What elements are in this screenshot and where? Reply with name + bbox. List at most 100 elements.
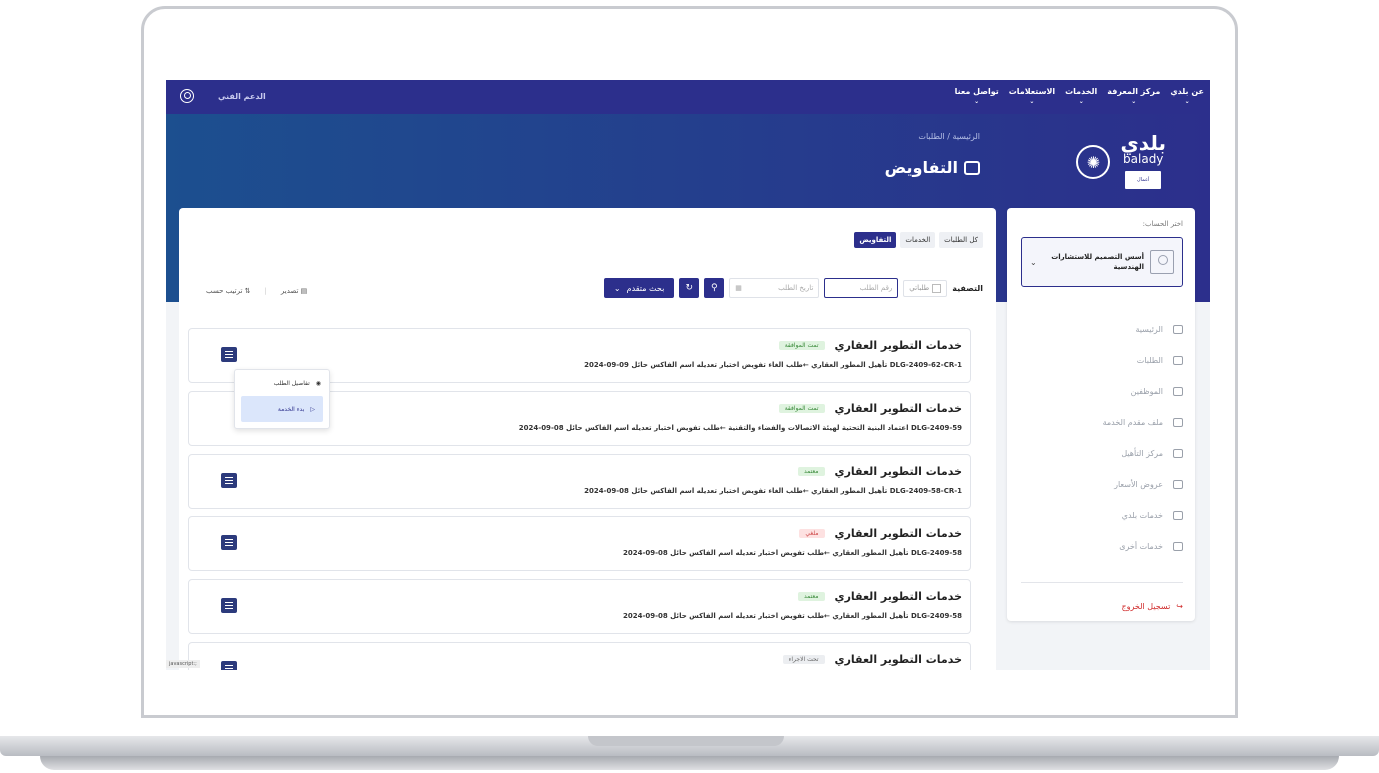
logout-icon: ↪ — [1176, 602, 1183, 611]
balady-logo[interactable]: بلدي balady أعمال ✺ — [1026, 132, 1166, 192]
tab-all-requests[interactable]: كل الطلبات — [939, 232, 983, 248]
account-name: أسس التصميم للاستشارات الهندسية — [1051, 253, 1144, 271]
table-icon — [1173, 449, 1183, 458]
sort-button[interactable]: ⇅ ترتيب حسب — [206, 287, 251, 295]
search-button[interactable]: ⚲ — [704, 278, 725, 298]
eye-icon: ◉ — [315, 379, 321, 387]
tab-delegations[interactable]: التفاويض — [854, 232, 897, 248]
actions-dropdown: ◉ تفاصيل الطلب ▷ بدء الخدمة — [234, 369, 330, 429]
status-badge: تحت الاجراء — [782, 655, 825, 664]
grid-icon — [1173, 542, 1183, 551]
card-meta: DLG-2409-58 تأهيل المطور العقاري ←طلب تف… — [622, 612, 962, 620]
export-button[interactable]: ▤ تصدير — [281, 287, 307, 295]
avatar — [1150, 250, 1174, 274]
status-badge: ملغي — [799, 529, 825, 538]
tab-services[interactable]: الخدمات — [900, 232, 936, 248]
status-badge: تمت الموافقة — [778, 404, 825, 413]
laptop-notch — [588, 736, 784, 746]
briefcase-icon — [1173, 418, 1183, 427]
status-bar: javascript:; — [166, 660, 200, 668]
list-item[interactable]: خدمات التطوير العقاري ملغي DLG-2409-58 تأ… — [188, 516, 971, 571]
card-title: خدمات التطوير العقاري — [834, 402, 962, 415]
file-icon: ▤ — [300, 287, 308, 295]
sort-icon: ⇅ — [244, 287, 251, 295]
document-icon — [1173, 480, 1183, 489]
top-nav: عن بلدي ⌄ مركز المعرفة ⌄ الخدمات ⌄ الاستعلا… — [166, 80, 1210, 114]
filter-bar: التصفية طلباتي رقم الطلب تاريخ الطلب ▦ ⚲ … — [603, 278, 983, 298]
nav-inquiries[interactable]: الاستعلامات ⌄ — [1009, 87, 1055, 107]
status-badge: معتمد — [797, 592, 825, 601]
stack-icon — [1173, 511, 1183, 520]
sidebar-item-requests[interactable]: الطلبات — [1021, 345, 1183, 376]
card-title: خدمات التطوير العقاري — [834, 465, 962, 478]
logo-tag: أعمال — [1125, 171, 1162, 189]
card-title: خدمات التطوير العقاري — [834, 339, 962, 352]
play-icon: ▷ — [310, 405, 315, 413]
actions-menu-button[interactable] — [221, 598, 237, 613]
refresh-icon: ↻ — [685, 283, 694, 293]
sidebar-item-balady-services[interactable]: خدمات بلدي — [1021, 500, 1183, 531]
card-title: خدمات التطوير العقاري — [834, 527, 962, 540]
nav-about[interactable]: عن بلدي ⌄ — [1170, 87, 1204, 107]
tabs: كل الطلبات الخدمات التفاويض — [854, 232, 983, 248]
laptop-base-bottom — [40, 756, 1339, 770]
breadcrumb[interactable]: الرئيسية / الطلبات — [918, 132, 980, 141]
list-item[interactable]: خدمات التطوير العقاري تحت الاجراء — [188, 642, 971, 670]
card-title: خدمات التطوير العقاري — [834, 590, 962, 603]
sidebar-menu: الرئيسية الطلبات الموظفين ملف مقدم الخدم… — [1021, 314, 1183, 562]
actions-menu-button[interactable] — [221, 661, 237, 670]
actions-menu-button[interactable] — [221, 535, 237, 550]
sidebar-item-employees[interactable]: الموظفين — [1021, 376, 1183, 407]
menu-item-start-service[interactable]: ▷ بدء الخدمة — [241, 396, 323, 422]
support-area: الدعم الفني — [180, 89, 266, 103]
sidebar-item-quotes[interactable]: عروض الأسعار — [1021, 469, 1183, 500]
home-icon — [1173, 325, 1183, 334]
calendar-icon: ▦ — [735, 284, 742, 292]
logo-en: balady — [1123, 152, 1164, 166]
refresh-button[interactable]: ↻ — [679, 278, 700, 298]
support-link[interactable]: الدعم الفني — [218, 92, 266, 101]
list-item[interactable]: خدمات التطوير العقاري معتمد DLG-2409-58 ت… — [188, 579, 971, 634]
card-meta: DLG-2409-58-CR-1 تأهيل المطور العقاري ←ط… — [584, 487, 962, 495]
my-requests-checkbox[interactable]: طلباتي — [903, 279, 948, 297]
account-select[interactable]: أسس التصميم للاستشارات الهندسية ⌄ — [1021, 237, 1183, 287]
logo-ar: بلدي — [1120, 131, 1166, 155]
request-date-input[interactable]: تاريخ الطلب ▦ — [729, 278, 820, 298]
divider: | — [264, 287, 267, 295]
briefcase-icon — [964, 160, 980, 175]
user-icon[interactable] — [180, 89, 194, 103]
logout-link[interactable]: ↪ تسجيل الخروج — [1121, 602, 1183, 611]
nav-contact[interactable]: تواصل معنا ⌄ — [955, 87, 999, 107]
actions-menu-button[interactable] — [221, 473, 237, 488]
sidebar-item-other[interactable]: خدمات أخرى — [1021, 531, 1183, 562]
chevron-down-icon: ⌄ — [613, 283, 621, 293]
request-number-input[interactable]: رقم الطلب — [824, 278, 899, 298]
nav-services[interactable]: الخدمات ⌄ — [1065, 87, 1097, 107]
status-badge: تمت الموافقة — [778, 341, 825, 350]
sidebar: اختر الحساب: أسس التصميم للاستشارات الهن… — [1007, 208, 1195, 621]
card-title: خدمات التطوير العقاري — [834, 653, 962, 666]
actions-menu-button[interactable] — [221, 347, 237, 362]
card-meta: DLG-2409-62-CR-1 تأهيل المطور العقاري ←ط… — [584, 361, 962, 369]
sidebar-item-provider[interactable]: ملف مقدم الخدمة — [1021, 407, 1183, 438]
browser-screen: عن بلدي ⌄ مركز المعرفة ⌄ الخدمات ⌄ الاستعلا… — [166, 80, 1210, 670]
users-icon — [1173, 387, 1183, 396]
advanced-search-button[interactable]: بحث متقدم ⌄ — [603, 278, 675, 298]
card-meta: DLG-2409-59 اعتماد البنية التحتية لهيئة … — [518, 424, 962, 432]
divider — [1021, 582, 1183, 583]
checkbox-box — [932, 283, 942, 293]
search-icon: ⚲ — [711, 283, 718, 293]
sidebar-item-qualification[interactable]: مركز التأهيل — [1021, 438, 1183, 469]
palm-icon: ✺ — [1076, 145, 1111, 179]
filter-label: التصفية — [952, 283, 983, 293]
status-badge: معتمد — [797, 467, 825, 476]
sidebar-item-home[interactable]: الرئيسية — [1021, 314, 1183, 345]
nav-knowledge[interactable]: مركز المعرفة ⌄ — [1107, 87, 1160, 107]
list-item[interactable]: خدمات التطوير العقاري معتمد DLG-2409-58-C… — [188, 454, 971, 509]
card-meta: DLG-2409-58 تأهيل المطور العقاري ←طلب تف… — [622, 549, 962, 557]
menu-item-request-details[interactable]: ◉ تفاصيل الطلب — [235, 370, 329, 396]
page-title: التفاويض — [885, 158, 980, 177]
inbox-icon — [1173, 356, 1183, 365]
chevron-down-icon: ⌄ — [1030, 257, 1037, 267]
account-label: اختر الحساب: — [1142, 220, 1183, 228]
